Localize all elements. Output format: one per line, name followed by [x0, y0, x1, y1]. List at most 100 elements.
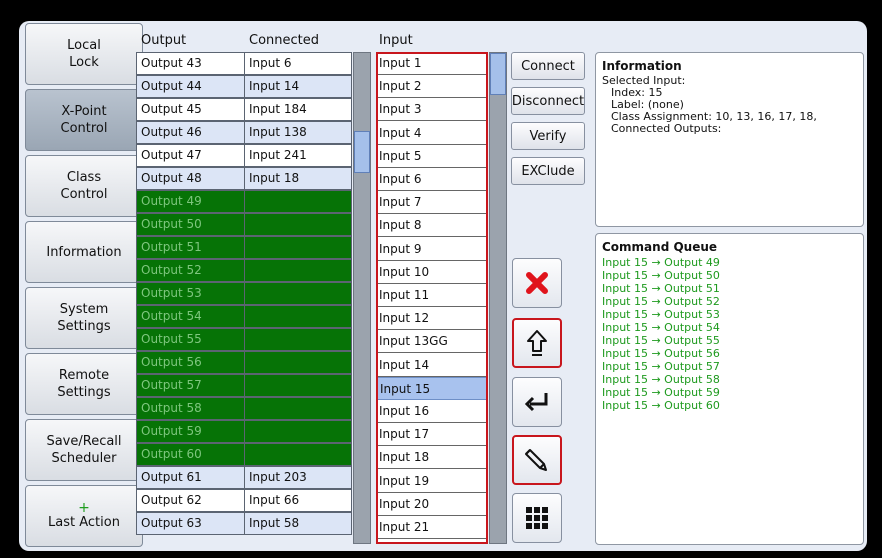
output-cell: Output 51: [136, 236, 245, 259]
connected-column-header: Connected: [249, 33, 320, 48]
queue-item: Input 15 → Output 53: [602, 308, 720, 321]
sidebar-item-class-control[interactable]: Class Control: [25, 155, 143, 217]
app-screen: Local Lock X-Point Control Class Control…: [19, 21, 867, 551]
table-row[interactable]: Output 47 Input 241: [136, 144, 352, 167]
sidebar-item-remote-settings[interactable]: Remote Settings: [25, 353, 143, 415]
enter-icon: [524, 393, 548, 412]
table-row[interactable]: Output 51: [136, 236, 352, 259]
table-row[interactable]: Output 59: [136, 420, 352, 443]
connected-cell: [244, 374, 352, 397]
table-row[interactable]: Output 52: [136, 259, 352, 282]
table-row[interactable]: Output 49: [136, 190, 352, 213]
list-item[interactable]: Input 2: [376, 75, 488, 98]
connected-cell: Input 58: [244, 512, 352, 535]
plus-icon: +: [78, 499, 90, 516]
sidebar-item-save-recall-scheduler[interactable]: Save/Recall Scheduler: [25, 419, 143, 481]
information-lines: Selected Input: Index: 15 Label: (none) …: [602, 75, 857, 135]
shift-button[interactable]: [512, 318, 562, 368]
table-row[interactable]: Output 61 Input 203: [136, 466, 352, 489]
table-row[interactable]: Output 43 Input 6: [136, 52, 352, 75]
list-item[interactable]: Input 7: [376, 191, 488, 214]
table-row[interactable]: Output 53: [136, 282, 352, 305]
verify-button[interactable]: Verify: [511, 122, 585, 150]
connected-cell: Input 14: [244, 75, 352, 98]
input-scrollbar-thumb[interactable]: [490, 53, 506, 95]
sidebar-item-label: Information: [46, 244, 122, 260]
connected-cell: [244, 213, 352, 236]
shift-arrow-icon: [527, 330, 547, 356]
connect-button[interactable]: Connect: [511, 52, 585, 80]
input-scrollbar[interactable]: [489, 52, 507, 544]
exclude-button[interactable]: EXClude: [511, 157, 585, 185]
list-item[interactable]: Input 8: [376, 214, 488, 237]
sidebar-item-xpoint-control[interactable]: X-Point Control: [25, 89, 143, 151]
list-item[interactable]: Input 10: [376, 261, 488, 284]
connected-cell: [244, 420, 352, 443]
table-row[interactable]: Output 60: [136, 443, 352, 466]
command-queue-list: Input 15 → Output 49 Input 15 → Output 50…: [602, 256, 857, 412]
sidebar-item-label: Local Lock: [67, 38, 101, 70]
list-item[interactable]: Input 12: [376, 307, 488, 330]
connected-cell: Input 241: [244, 144, 352, 167]
list-item[interactable]: Input 18: [376, 446, 488, 469]
sidebar-item-label: X-Point Control: [60, 104, 108, 136]
table-row[interactable]: Output 63 Input 58: [136, 512, 352, 535]
connected-cell: [244, 397, 352, 420]
output-cell: Output 53: [136, 282, 245, 305]
queue-item: Input 15 → Output 51: [602, 282, 720, 295]
queue-item: Input 15 → Output 56: [602, 347, 720, 360]
output-scrollbar[interactable]: [353, 52, 371, 544]
queue-item: Input 15 → Output 50: [602, 269, 720, 282]
list-item[interactable]: Input 3: [376, 98, 488, 121]
edit-button[interactable]: [512, 435, 562, 485]
table-row[interactable]: Output 56: [136, 351, 352, 374]
command-queue-panel: Command Queue Input 15 → Output 49 Input …: [595, 233, 864, 545]
queue-item: Input 15 → Output 60: [602, 399, 720, 412]
list-item[interactable]: Input 13GG: [376, 330, 488, 353]
output-cell: Output 54: [136, 305, 245, 328]
connected-cell: [244, 236, 352, 259]
list-item[interactable]: Input 6: [376, 168, 488, 191]
output-cell: Output 52: [136, 259, 245, 282]
clear-button[interactable]: [512, 258, 562, 308]
list-item[interactable]: Input 15: [376, 377, 488, 400]
queue-item: Input 15 → Output 55: [602, 334, 720, 347]
output-cell: Output 55: [136, 328, 245, 351]
output-cell: Output 44: [136, 75, 245, 98]
output-cell: Output 63: [136, 512, 245, 535]
sidebar-item-label: Save/Recall Scheduler: [46, 434, 122, 466]
list-item[interactable]: Input 19: [376, 470, 488, 493]
table-row[interactable]: Output 62 Input 66: [136, 489, 352, 512]
table-row[interactable]: Output 54: [136, 305, 352, 328]
information-title: Information: [602, 59, 682, 73]
list-item[interactable]: Input 9: [376, 238, 488, 261]
list-item[interactable]: Input 14: [376, 354, 488, 377]
list-item[interactable]: Input 16: [376, 400, 488, 423]
list-item[interactable]: Input 21: [376, 516, 488, 539]
table-row[interactable]: Output 45 Input 184: [136, 98, 352, 121]
list-item[interactable]: Input 20: [376, 493, 488, 516]
keypad-icon: [526, 507, 548, 529]
queue-item: Input 15 → Output 54: [602, 321, 720, 334]
table-row[interactable]: Output 58: [136, 397, 352, 420]
sidebar-item-system-settings[interactable]: System Settings: [25, 287, 143, 349]
list-item[interactable]: Input 4: [376, 122, 488, 145]
keypad-button[interactable]: [512, 493, 562, 543]
table-row[interactable]: Output 46 Input 138: [136, 121, 352, 144]
table-row[interactable]: Output 57: [136, 374, 352, 397]
list-item[interactable]: Input 17: [376, 423, 488, 446]
enter-button[interactable]: [512, 377, 562, 427]
table-row[interactable]: Output 44 Input 14: [136, 75, 352, 98]
list-item[interactable]: Input 5: [376, 145, 488, 168]
sidebar-item-last-action[interactable]: + Last Action: [25, 485, 143, 547]
table-row[interactable]: Output 48 Input 18: [136, 167, 352, 190]
list-item[interactable]: Input 11: [376, 284, 488, 307]
table-row[interactable]: Output 55: [136, 328, 352, 351]
sidebar-item-information[interactable]: Information: [25, 221, 143, 283]
sidebar-item-local-lock[interactable]: Local Lock: [25, 23, 143, 85]
list-item[interactable]: Input 1: [376, 52, 488, 75]
disconnect-button[interactable]: Disconnect: [511, 87, 585, 115]
table-row[interactable]: Output 50: [136, 213, 352, 236]
queue-item: Input 15 → Output 52: [602, 295, 720, 308]
output-scrollbar-thumb[interactable]: [354, 131, 370, 173]
